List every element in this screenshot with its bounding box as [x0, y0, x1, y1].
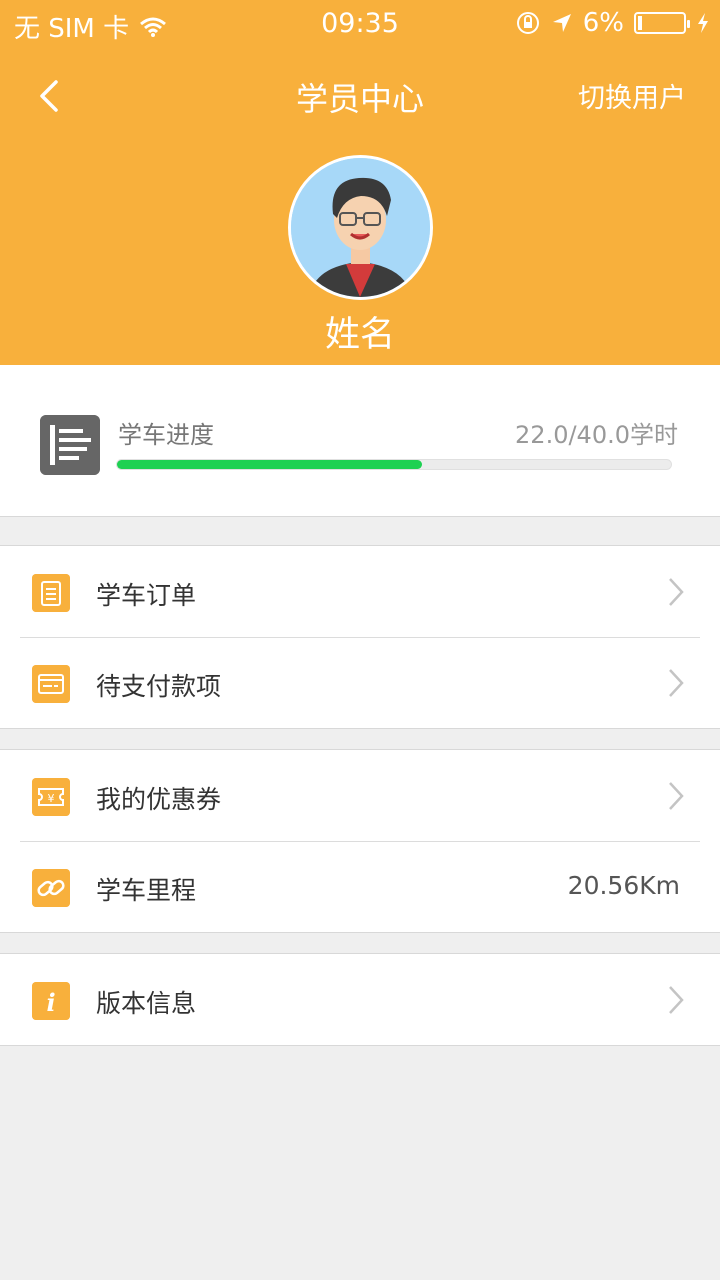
- svg-text:¥: ¥: [48, 792, 55, 805]
- chevron-right-icon: [669, 669, 684, 697]
- location-icon: [552, 14, 571, 32]
- status-bar: 无 SIM 卡 09:35 6%: [0, 0, 720, 48]
- menu-label-coupons: 我的优惠券: [96, 785, 222, 814]
- progress-label: 学车进度: [118, 421, 214, 449]
- status-right: 6%: [515, 8, 710, 38]
- payment-card-icon: [32, 665, 70, 703]
- header: 无 SIM 卡 09:35 6% 学员中心 切换用户 姓名: [0, 0, 720, 365]
- progress-card: 学车进度 22.0/40.0学时: [0, 365, 720, 517]
- clipboard-icon: [32, 574, 70, 612]
- progress-bar: [116, 459, 672, 470]
- avatar[interactable]: [288, 155, 433, 300]
- menu-item-coupons[interactable]: ¥ 我的优惠券: [0, 750, 720, 841]
- menu-label-mileage: 学车里程: [96, 876, 197, 905]
- menu-item-mileage[interactable]: 学车里程 20.56Km: [0, 841, 720, 932]
- info-icon: i: [32, 982, 70, 1020]
- menu-item-orders[interactable]: 学车订单: [0, 546, 720, 637]
- menu-label-orders: 学车订单: [96, 581, 197, 610]
- menu-item-pending-payment[interactable]: 待支付款项: [0, 637, 720, 728]
- battery-percent: 6%: [582, 8, 624, 38]
- nav-bar: 学员中心 切换用户: [0, 60, 720, 130]
- chevron-right-icon: [669, 782, 684, 810]
- menu-label-pending-payment: 待支付款项: [96, 672, 222, 701]
- battery-icon: [634, 12, 690, 34]
- user-name: 姓名: [324, 315, 395, 355]
- progress-hours: 22.0/40.0学时: [515, 421, 678, 449]
- mileage-value: 20.56Km: [567, 871, 680, 900]
- rotation-lock-icon: [516, 12, 539, 34]
- coupon-icon: ¥: [32, 778, 70, 816]
- link-icon: [32, 869, 70, 907]
- charging-icon: [698, 13, 708, 33]
- menu-group-3: i 版本信息: [0, 953, 720, 1046]
- avatar-image: [291, 158, 430, 297]
- chevron-right-icon: [669, 578, 684, 606]
- chevron-right-icon: [669, 986, 684, 1014]
- svg-text:i: i: [46, 988, 55, 1017]
- menu-group-1: 学车订单 待支付款项: [0, 545, 720, 729]
- menu-item-version[interactable]: i 版本信息: [0, 954, 720, 1045]
- progress-bar-fill: [117, 460, 422, 469]
- menu-group-2: ¥ 我的优惠券 学车里程 20.56Km: [0, 749, 720, 933]
- switch-user-button[interactable]: 切换用户: [578, 76, 686, 115]
- progress-list-icon: [40, 415, 100, 475]
- menu-label-version: 版本信息: [96, 989, 197, 1018]
